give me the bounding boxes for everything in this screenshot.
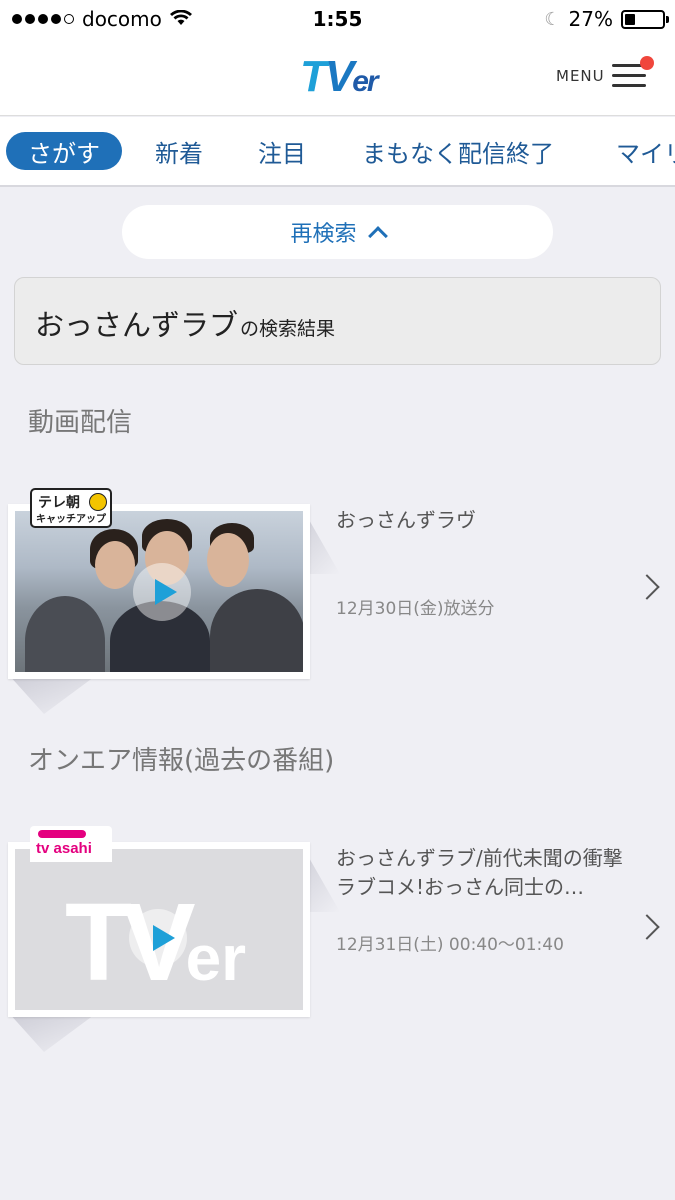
tv-asahi-badge: tv asahi bbox=[30, 826, 112, 862]
onair-thumbnail[interactable]: TVer bbox=[8, 842, 310, 1017]
thumbnail-image bbox=[15, 511, 303, 672]
search-result-suffix: の検索結果 bbox=[240, 318, 336, 340]
hamburger-menu-icon[interactable] bbox=[612, 64, 646, 90]
list-item-video[interactable]: テレ朝 キャッチアップ おっさんずラヴ 12月30日(金)放送分 bbox=[0, 488, 675, 714]
tab-ending-soon[interactable]: まもなく配信終了 bbox=[362, 117, 554, 185]
list-item-onair[interactable]: TVer tv asahi おっさんずラブ/前代未聞の衝撃ラブコメ!おっさん同士… bbox=[0, 826, 675, 1052]
status-bar: docomo 1:55 ☾ 27% bbox=[0, 0, 675, 38]
mascot-icon bbox=[89, 493, 107, 511]
menu-label[interactable]: MENU bbox=[556, 67, 605, 85]
research-button[interactable]: 再検索 bbox=[122, 205, 553, 259]
tver-logo[interactable]: TVer bbox=[300, 52, 379, 102]
tv-asahi-catchup-badge: テレ朝 キャッチアップ bbox=[30, 488, 112, 528]
battery-percent: 27% bbox=[568, 7, 613, 31]
moon-icon: ☾ bbox=[544, 8, 561, 30]
chevron-right-icon[interactable] bbox=[634, 914, 660, 940]
category-tabs: さがす 新着 注目 まもなく配信終了 マイリ bbox=[0, 117, 675, 187]
onair-date: 12月31日(土) 00:40〜01:40 bbox=[336, 935, 564, 955]
notification-dot bbox=[640, 56, 654, 70]
tab-search[interactable]: さがす bbox=[6, 132, 122, 170]
video-title: おっさんずラヴ bbox=[336, 508, 476, 532]
video-date: 12月30日(金)放送分 bbox=[336, 599, 495, 619]
tab-featured[interactable]: 注目 bbox=[258, 117, 306, 185]
onair-title: おっさんずラブ/前代未聞の衝撃ラブコメ!おっさん同士の… bbox=[336, 846, 623, 899]
search-query: おっさんずラブ bbox=[35, 308, 239, 342]
search-result-header: おっさんずラブ の検索結果 bbox=[14, 277, 661, 365]
section-title-video: 動画配信 bbox=[28, 408, 133, 438]
research-label: 再検索 bbox=[290, 222, 357, 247]
video-thumbnail[interactable] bbox=[8, 504, 310, 679]
battery-level bbox=[625, 13, 635, 25]
section-title-onair: オンエア情報(過去の番組) bbox=[28, 746, 335, 776]
battery-icon bbox=[621, 9, 669, 29]
chevron-up-icon bbox=[367, 226, 388, 246]
thumbnail-placeholder: TVer bbox=[15, 849, 303, 1010]
tab-mylist[interactable]: マイリ bbox=[616, 117, 675, 185]
tab-new[interactable]: 新着 bbox=[155, 117, 203, 185]
chevron-right-icon[interactable] bbox=[634, 574, 660, 600]
app-header: TVer MENU bbox=[0, 38, 675, 116]
